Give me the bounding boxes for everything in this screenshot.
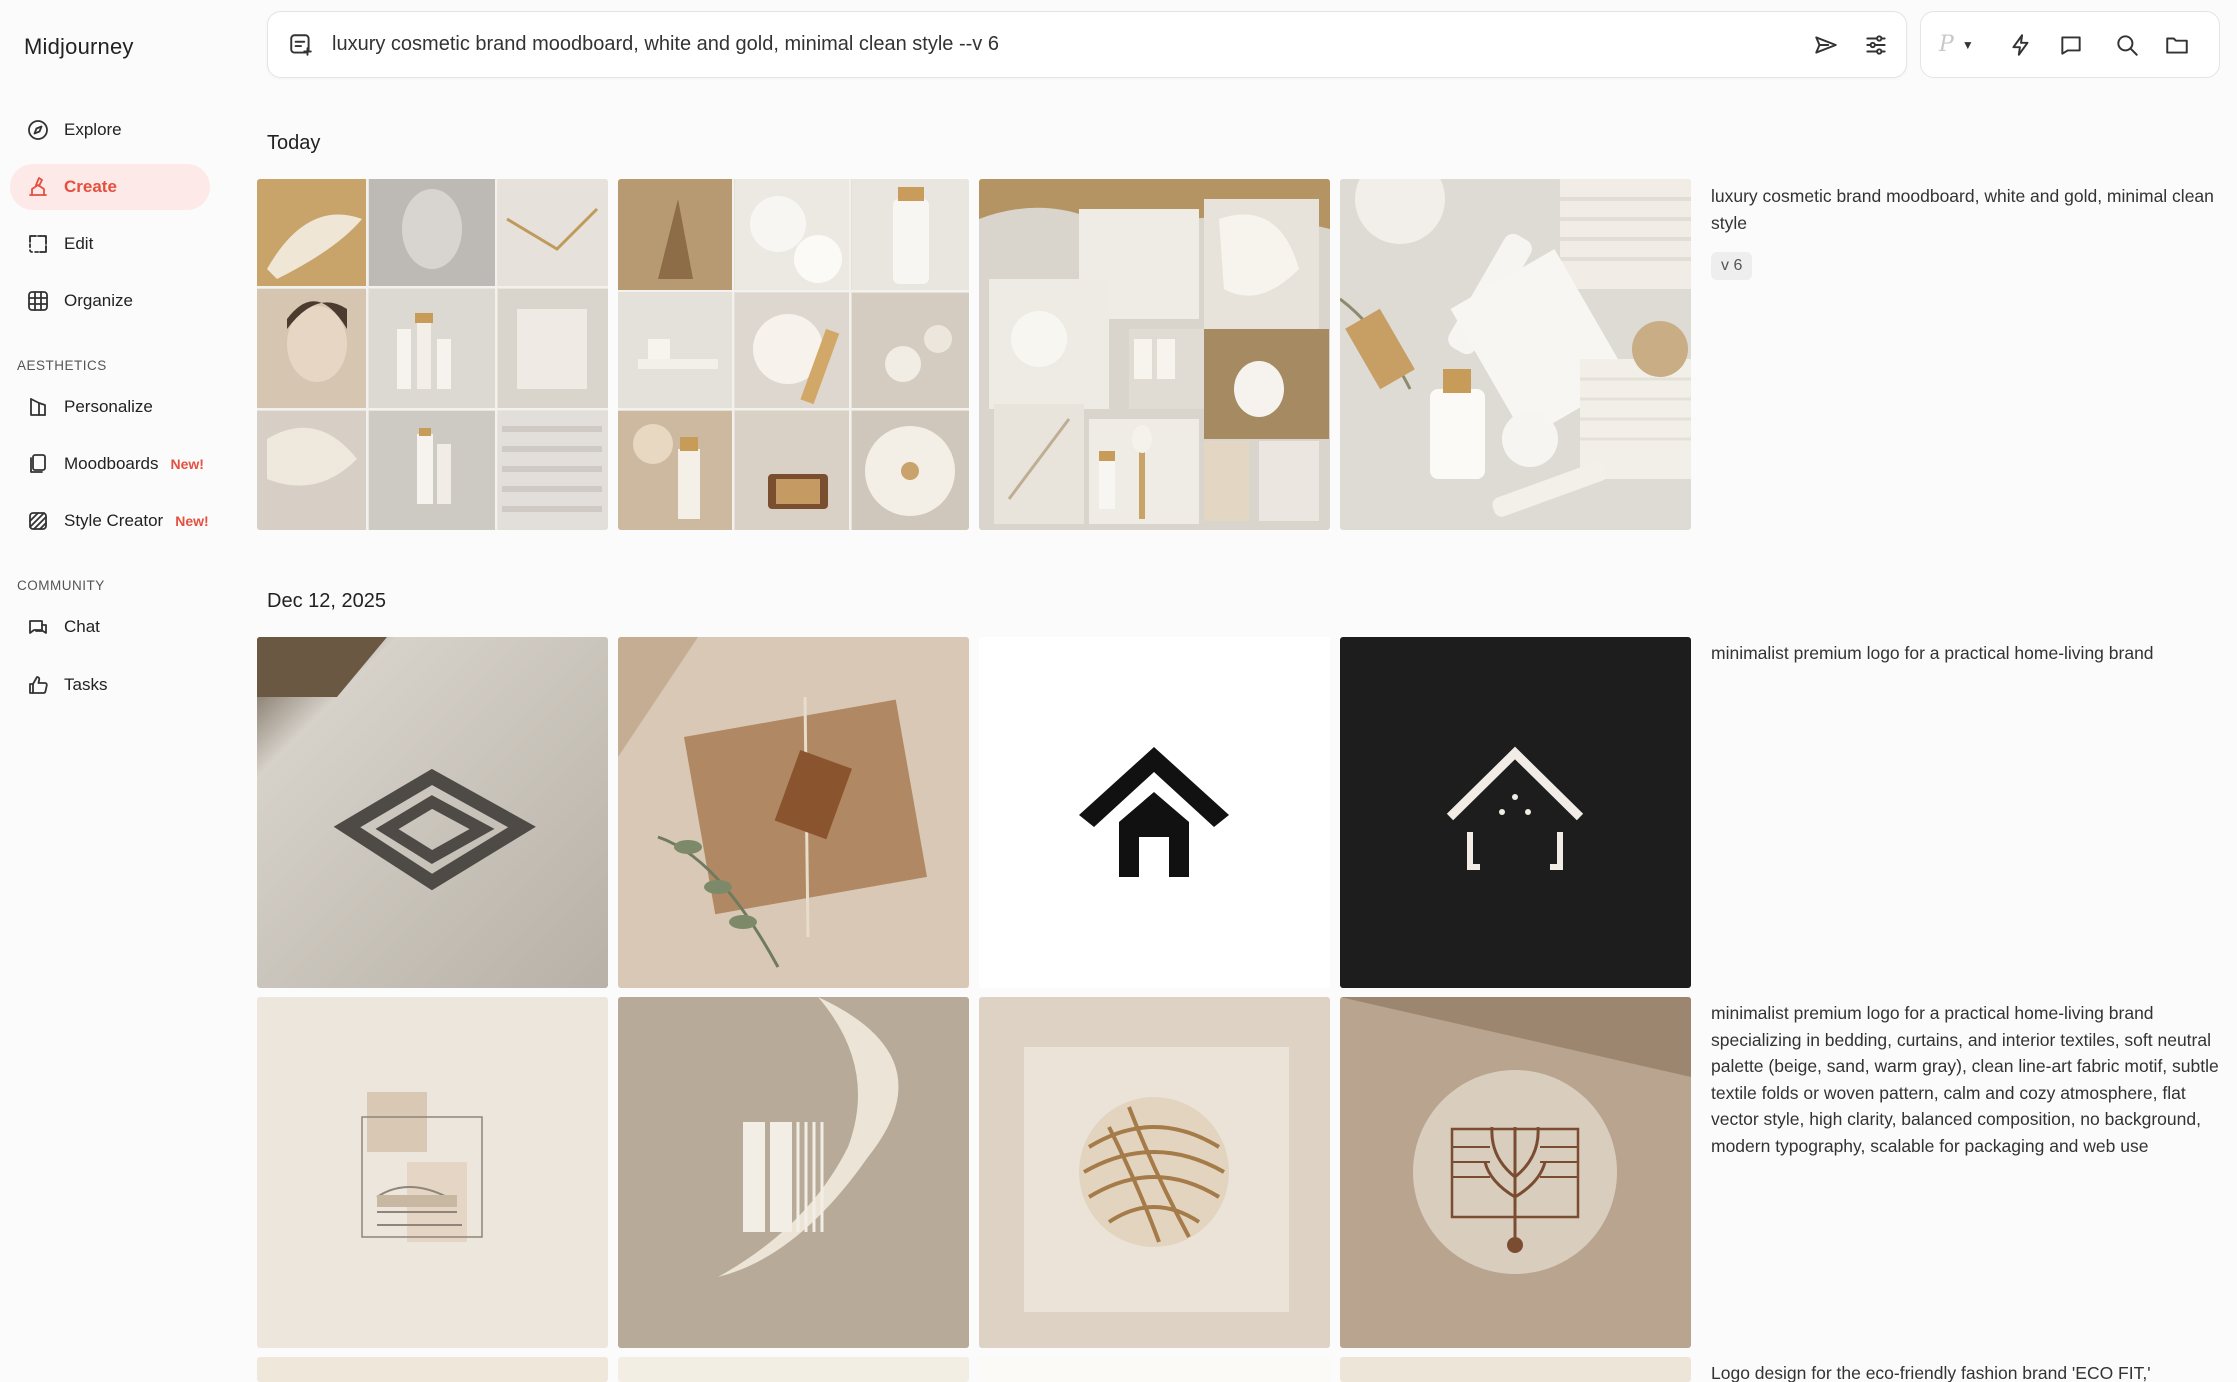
sidebar-item-label: Moodboards [64, 454, 159, 473]
image-tile[interactable] [257, 179, 608, 530]
grid-icon [24, 287, 52, 315]
prompt-bar: luxury cosmetic brand moodboard, white a… [267, 11, 1907, 78]
image-tile[interactable] [979, 997, 1330, 1348]
woven-logo-image [979, 997, 1330, 1348]
folder-icon[interactable] [2157, 25, 2197, 65]
thumbs-up-icon [24, 671, 52, 699]
moodboard-collage-image [618, 179, 969, 530]
prompt-caption[interactable]: minimalist premium logo for a practical … [1711, 640, 2231, 667]
top-toolbar: P ▼ [1920, 11, 2220, 78]
eco-logo-image [1340, 1357, 1691, 1382]
app-logo[interactable]: Midjourney [24, 34, 134, 60]
sidebar-item-tasks[interactable]: Tasks [10, 662, 210, 708]
prompt-caption[interactable]: luxury cosmetic brand moodboard, white a… [1711, 183, 2231, 236]
sidebar-item-explore[interactable]: Explore [10, 107, 210, 153]
image-tile[interactable] [618, 179, 969, 530]
image-tile[interactable] [1340, 997, 1691, 1348]
image-tile[interactable] [257, 637, 608, 988]
personalize-icon [24, 393, 52, 421]
sidebar-item-organize[interactable]: Organize [10, 278, 210, 324]
search-icon[interactable] [2107, 25, 2147, 65]
sidebar: Midjourney Explore Create Edit Organize … [0, 0, 240, 1382]
textile-logo-image [257, 997, 608, 1348]
embossed-logo-image [257, 637, 608, 988]
profile-letter: P [1939, 32, 1954, 57]
eco-logo-image [618, 1357, 969, 1382]
plant-logo-image [1340, 997, 1691, 1348]
chevron-down-icon: ▼ [1961, 37, 1974, 52]
eco-logo-image [257, 1357, 608, 1382]
profile-select[interactable]: P ▼ [1939, 25, 1991, 65]
group-date-today: Today [267, 132, 321, 154]
image-tile[interactable] [618, 637, 969, 988]
chat-icon [24, 613, 52, 641]
sidebar-item-label: Personalize [64, 397, 153, 416]
settings-sliders-icon[interactable] [1856, 25, 1896, 65]
packaging-logo-image [618, 637, 969, 988]
image-tile[interactable] [1340, 1357, 1691, 1382]
sidebar-item-label: Create [64, 177, 117, 196]
sidebar-item-personalize[interactable]: Personalize [10, 384, 210, 430]
moodboard-flatlay-image [979, 179, 1330, 530]
sidebar-item-label: Tasks [64, 675, 108, 694]
new-badge: New! [170, 456, 204, 472]
image-tile[interactable] [257, 1357, 608, 1382]
sidebar-item-label: Explore [64, 120, 122, 139]
image-tile[interactable] [1340, 179, 1691, 530]
message-icon[interactable] [2051, 25, 2091, 65]
sidebar-item-label: Style Creator [64, 511, 164, 530]
sidebar-item-create[interactable]: Create [10, 164, 210, 210]
sidebar-item-label: Chat [64, 617, 100, 636]
eco-logo-image [979, 1357, 1330, 1382]
sidebar-item-moodboards[interactable]: Moodboards New! [10, 441, 230, 487]
prompt-input[interactable]: luxury cosmetic brand moodboard, white a… [332, 33, 1806, 56]
group-date-dec-12: Dec 12, 2025 [267, 590, 386, 612]
image-tile[interactable] [979, 1357, 1330, 1382]
house-logo-white-image [1340, 637, 1691, 988]
house-logo-black-image [979, 637, 1330, 988]
section-label-aesthetics: AESTHETICS [17, 358, 107, 373]
lightning-icon[interactable] [2001, 25, 2041, 65]
cosmetic-flatlay-image [1340, 179, 1691, 530]
image-add-icon[interactable] [286, 30, 316, 60]
sidebar-item-edit[interactable]: Edit [10, 221, 210, 267]
prompt-caption[interactable]: Logo design for the eco-friendly fashion… [1711, 1360, 2231, 1382]
prompt-caption[interactable]: minimalist premium logo for a practical … [1711, 1000, 2231, 1159]
sidebar-item-label: Organize [64, 291, 133, 310]
image-tile[interactable] [257, 997, 608, 1348]
image-tile[interactable] [618, 1357, 969, 1382]
brush-icon [24, 173, 52, 201]
section-label-community: COMMUNITY [17, 578, 105, 593]
image-tile[interactable] [979, 179, 1330, 530]
version-badge[interactable]: v 6 [1711, 252, 1753, 280]
moodboard-icon [24, 450, 52, 478]
style-icon [24, 507, 52, 535]
sidebar-item-style-creator[interactable]: Style Creator New! [10, 498, 240, 544]
sidebar-item-label: Edit [64, 234, 94, 253]
send-icon[interactable] [1806, 25, 1846, 65]
edit-icon [24, 230, 52, 258]
image-tile[interactable] [618, 997, 969, 1348]
new-badge: New! [175, 513, 209, 529]
image-tile[interactable] [1340, 637, 1691, 988]
compass-icon [24, 116, 52, 144]
image-tile[interactable] [979, 637, 1330, 988]
moodboard-collage-image [257, 179, 608, 530]
curtain-logo-image [618, 997, 969, 1348]
sidebar-item-chat[interactable]: Chat [10, 604, 210, 650]
